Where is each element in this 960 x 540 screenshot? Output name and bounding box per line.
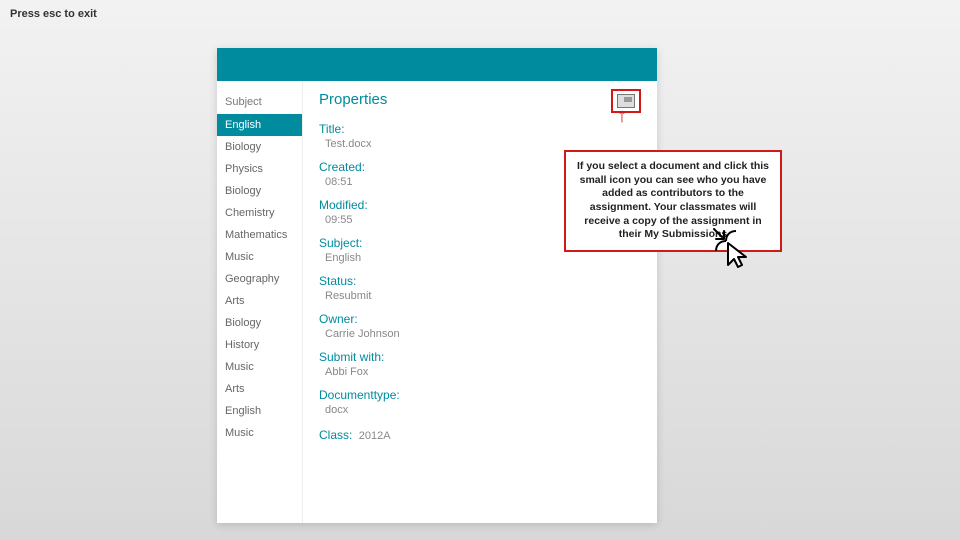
prop-label: Submit with: <box>319 350 641 364</box>
sidebar-item-english[interactable]: English <box>217 400 302 422</box>
prop-status: Status: Resubmit <box>319 274 641 302</box>
sidebar-item-biology[interactable]: Biology <box>217 136 302 158</box>
sidebar-header: Subject <box>217 92 302 114</box>
prop-value: Resubmit <box>319 290 641 302</box>
esc-hint: Press esc to exit <box>10 8 97 20</box>
prop-value: Carrie Johnson <box>319 328 641 340</box>
sidebar-item-music[interactable]: Music <box>217 246 302 268</box>
prop-label: Class: <box>319 428 352 442</box>
sidebar-item-chemistry[interactable]: Chemistry <box>217 202 302 224</box>
sidebar-item-arts[interactable]: Arts <box>217 378 302 400</box>
app-window: Subject English Biology Physics Biology … <box>217 48 657 523</box>
prop-title: Title: Test.docx <box>319 122 641 150</box>
sidebar-item-mathematics[interactable]: Mathematics <box>217 224 302 246</box>
prop-document-type: Documenttype: docx <box>319 388 641 416</box>
panel-header: Properties <box>319 91 641 122</box>
prop-label: Title: <box>319 122 641 136</box>
sidebar-item-music[interactable]: Music <box>217 422 302 444</box>
prop-label: Status: <box>319 274 641 288</box>
sidebar-item-biology[interactable]: Biology <box>217 180 302 202</box>
prop-value: 2012A <box>357 430 391 442</box>
prop-class: Class: 2012A <box>319 426 641 444</box>
panel-title: Properties <box>319 91 387 108</box>
prop-owner: Owner: Carrie Johnson <box>319 312 641 340</box>
sidebar-item-arts[interactable]: Arts <box>217 290 302 312</box>
sidebar-item-music[interactable]: Music <box>217 356 302 378</box>
prop-value: Test.docx <box>319 138 641 150</box>
prop-label: Documenttype: <box>319 388 641 402</box>
prop-value: docx <box>319 404 641 416</box>
window-content: Subject English Biology Physics Biology … <box>217 81 657 523</box>
prop-value: English <box>319 252 641 264</box>
click-cursor-icon <box>712 227 756 271</box>
titlebar <box>217 48 657 81</box>
sidebar-item-geography[interactable]: Geography <box>217 268 302 290</box>
callout-arrow-icon: ↑ <box>617 106 627 126</box>
sidebar: Subject English Biology Physics Biology … <box>217 81 303 523</box>
sidebar-item-physics[interactable]: Physics <box>217 158 302 180</box>
properties-panel: Properties Title: Test.docx Created: 08:… <box>303 81 657 523</box>
prop-value: Abbi Fox <box>319 366 641 378</box>
prop-submit-with: Submit with: Abbi Fox <box>319 350 641 378</box>
sidebar-item-history[interactable]: History <box>217 334 302 356</box>
sidebar-item-biology[interactable]: Biology <box>217 312 302 334</box>
sidebar-item-english[interactable]: English <box>217 114 302 136</box>
prop-label: Owner: <box>319 312 641 326</box>
